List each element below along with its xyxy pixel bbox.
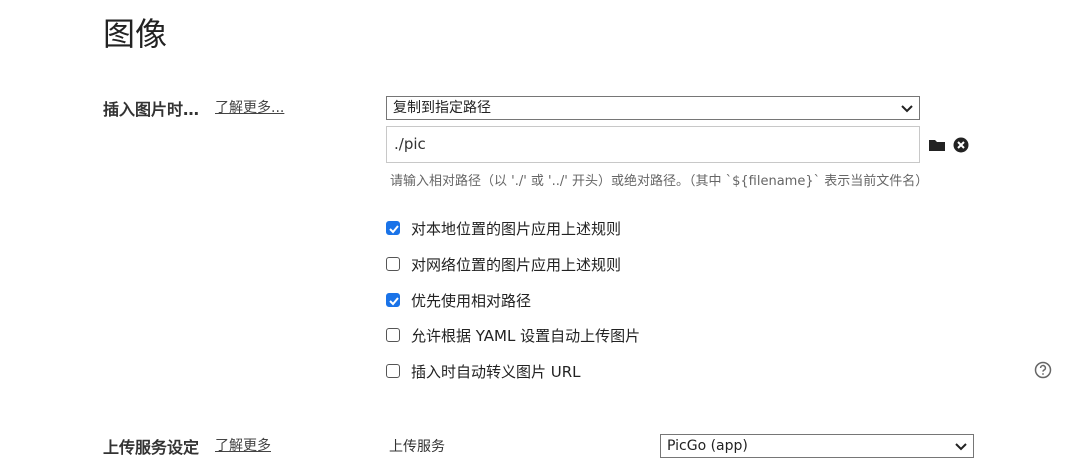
option-label: 优先使用相对路径 bbox=[411, 291, 532, 310]
option-label: 插入时自动转义图片 URL bbox=[411, 362, 581, 381]
learn-more-link[interactable]: 了解更多... bbox=[215, 97, 284, 117]
page-title: 图像 bbox=[103, 15, 168, 53]
folder-icon[interactable] bbox=[928, 136, 946, 154]
help-icon[interactable] bbox=[1034, 361, 1052, 379]
upload-settings-label: 上传服务设定 bbox=[103, 438, 200, 457]
insert-action-select[interactable]: 复制到指定路径 bbox=[386, 96, 920, 120]
checkbox-prefer-relative[interactable] bbox=[386, 293, 400, 307]
option-label: 对网络位置的图片应用上述规则 bbox=[411, 255, 622, 274]
chevron-down-icon bbox=[901, 105, 913, 113]
image-path-value: ./pic bbox=[394, 135, 426, 153]
option-apply-network[interactable]: 对网络位置的图片应用上述规则 bbox=[386, 253, 621, 275]
clear-icon[interactable] bbox=[952, 136, 970, 154]
checkbox-yaml-upload[interactable] bbox=[386, 328, 400, 342]
option-escape-url[interactable]: 插入时自动转义图片 URL bbox=[386, 360, 581, 382]
option-prefer-relative[interactable]: 优先使用相对路径 bbox=[386, 289, 531, 311]
image-path-input[interactable]: ./pic bbox=[386, 126, 920, 163]
upload-service-value: PicGo (app) bbox=[667, 438, 748, 454]
insert-image-label: 插入图片时… bbox=[103, 100, 200, 119]
insert-action-value: 复制到指定路径 bbox=[393, 100, 491, 116]
path-hint: 请输入相对路径（以 './' 或 '../' 开头）或绝对路径。（其中 `${f… bbox=[390, 174, 929, 189]
chevron-down-icon bbox=[955, 443, 967, 451]
upload-service-select[interactable]: PicGo (app) bbox=[660, 434, 974, 458]
checkbox-apply-local[interactable] bbox=[386, 221, 400, 235]
checkbox-escape-url[interactable] bbox=[386, 364, 400, 378]
option-label: 允许根据 YAML 设置自动上传图片 bbox=[411, 326, 641, 345]
option-apply-local[interactable]: 对本地位置的图片应用上述规则 bbox=[386, 217, 621, 239]
option-yaml-upload[interactable]: 允许根据 YAML 设置自动上传图片 bbox=[386, 324, 640, 346]
upload-learn-more-link[interactable]: 了解更多 bbox=[215, 435, 271, 455]
checkbox-apply-network[interactable] bbox=[386, 257, 400, 271]
option-label: 对本地位置的图片应用上述规则 bbox=[411, 219, 622, 238]
upload-service-label: 上传服务 bbox=[389, 439, 445, 455]
